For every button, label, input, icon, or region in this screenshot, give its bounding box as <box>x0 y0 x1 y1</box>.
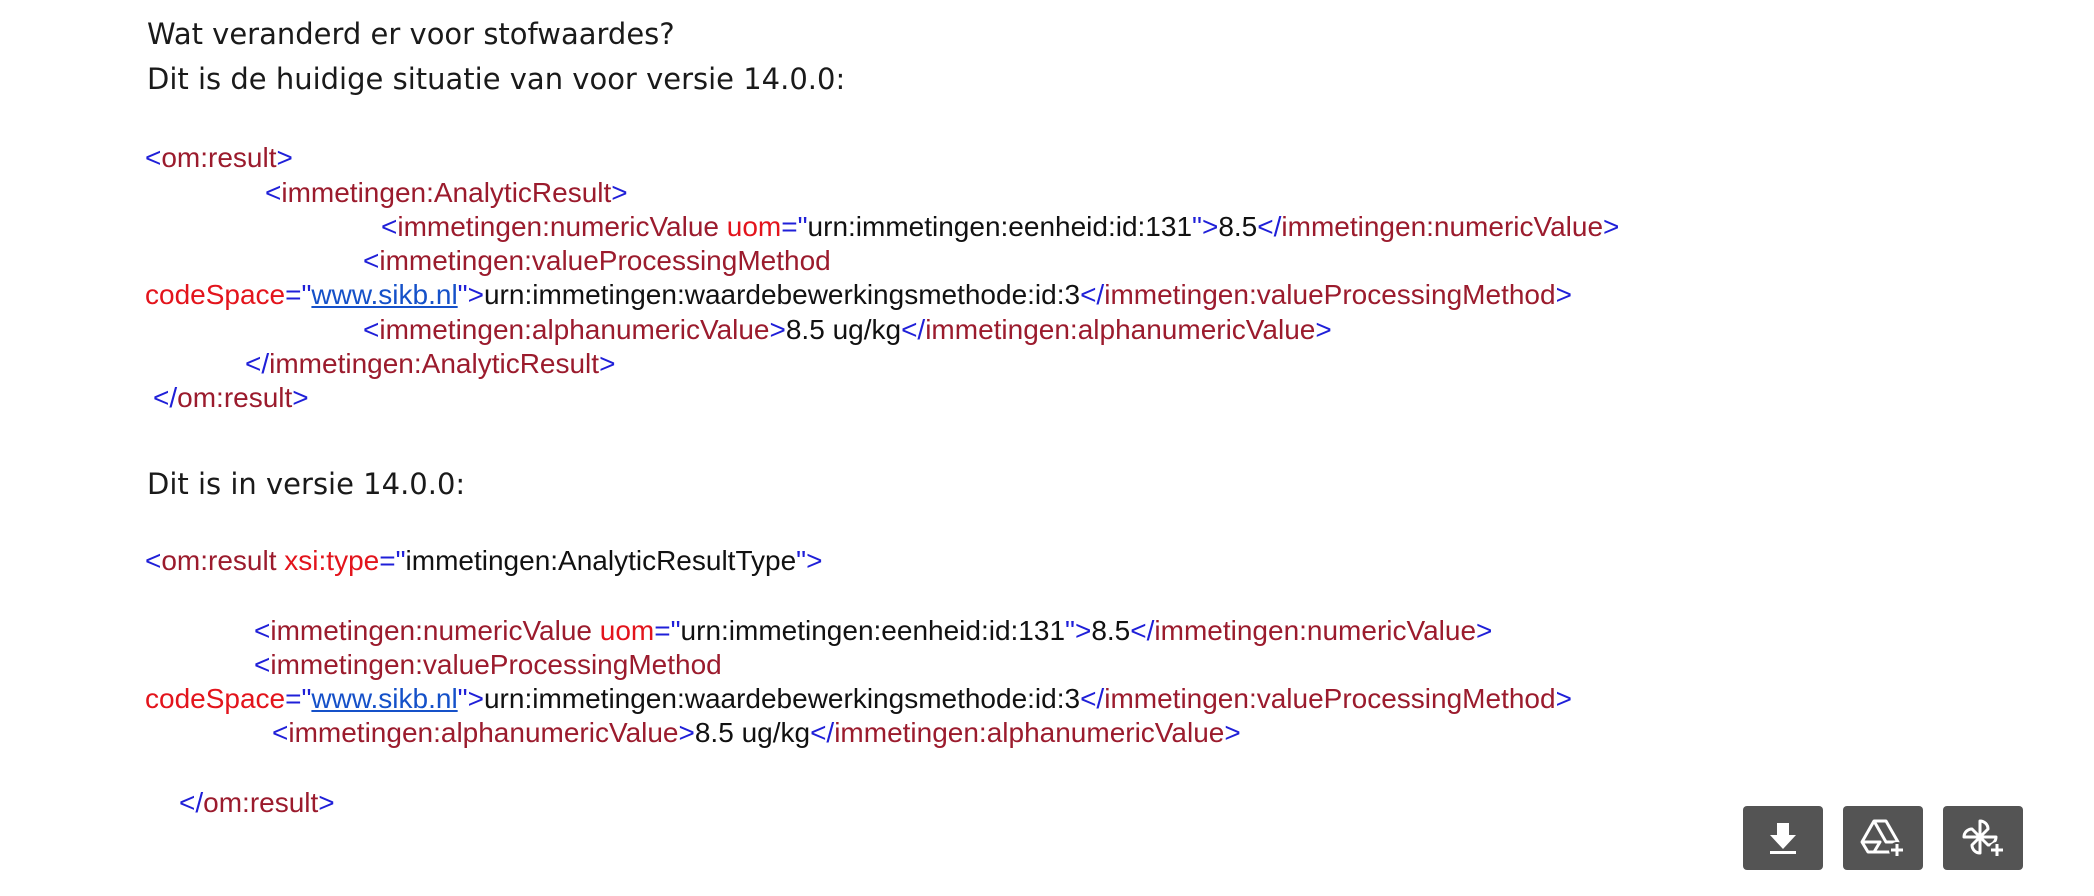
pinwheel-add-icon <box>1962 819 2005 858</box>
xml-line: <immetingen:alphanumericValue>8.5 ug/kg<… <box>363 314 1332 345</box>
xml-line: </om:result> <box>179 787 335 818</box>
download-icon <box>1770 823 1796 854</box>
google-drive-add-icon <box>1860 819 1905 858</box>
xml-line: <immetingen:numericValue uom="urn:immeti… <box>254 615 1493 646</box>
xml-line: codeSpace="www.sikb.nl">urn:immetingen:w… <box>145 683 1572 714</box>
sikb-link[interactable]: www.sikb.nl <box>311 279 457 310</box>
sikb-link[interactable]: www.sikb.nl <box>311 683 457 714</box>
xml-line: </om:result> <box>153 382 309 413</box>
save-to-drive-button[interactable] <box>1843 806 1923 870</box>
add-to-pinwheel-button[interactable] <box>1943 806 2023 870</box>
xml-line: <immetingen:valueProcessingMethod <box>254 649 722 680</box>
xml-line: codeSpace="www.sikb.nl">urn:immetingen:w… <box>145 279 1572 310</box>
xml-line: <immetingen:valueProcessingMethod <box>363 245 831 276</box>
download-button[interactable] <box>1743 806 1823 870</box>
question-text: Wat veranderd er voor stofwaardes? <box>147 17 675 51</box>
xml-line: <immetingen:numericValue uom="urn:immeti… <box>381 211 1620 242</box>
image-action-toolbar <box>1743 806 2023 870</box>
xml-line: <om:result> <box>145 142 293 173</box>
xml-line: </immetingen:AnalyticResult> <box>245 348 616 379</box>
after-label: Dit is in versie 14.0.0: <box>147 467 466 501</box>
before-label: Dit is de huidige situatie van voor vers… <box>147 62 846 96</box>
xml-line: <immetingen:alphanumericValue>8.5 ug/kg<… <box>272 717 1241 748</box>
xml-line: <om:result xsi:type="immetingen:Analytic… <box>145 545 823 576</box>
xml-line: <immetingen:AnalyticResult> <box>265 177 628 208</box>
